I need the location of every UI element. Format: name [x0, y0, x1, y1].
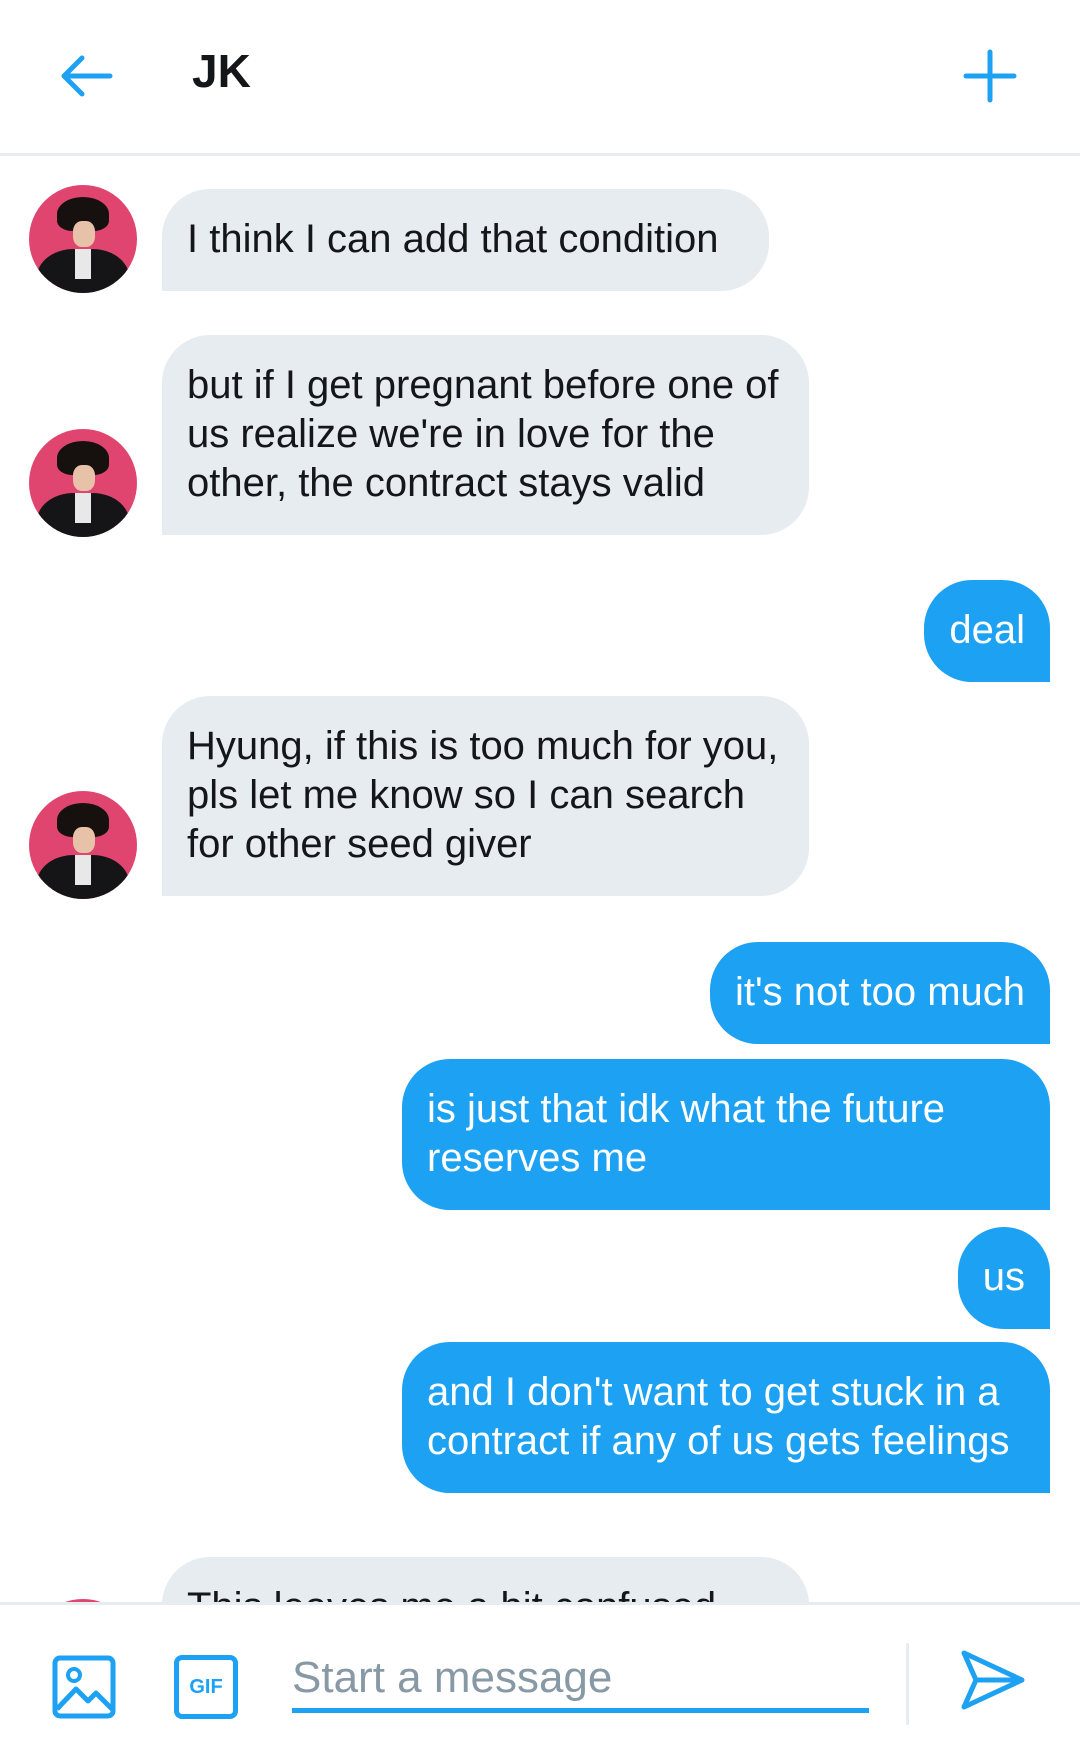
- outgoing-message: is just that idk what the future reserve…: [402, 1059, 1050, 1210]
- message-bubble[interactable]: Hyung, if this is too much for you, pls …: [162, 696, 809, 896]
- message-bubble[interactable]: it's not too much: [710, 942, 1050, 1044]
- conversation-title: JK: [192, 45, 251, 97]
- incoming-message: This leaves me a bit confused: [162, 1557, 809, 1602]
- message-thread[interactable]: I think I can add that condition but if …: [0, 159, 1080, 1602]
- arrow-left-icon: [61, 55, 113, 97]
- message-bubble[interactable]: and I don't want to get stuck in a contr…: [402, 1342, 1050, 1493]
- composer-divider: [906, 1643, 909, 1725]
- outgoing-message: it's not too much: [710, 942, 1050, 1044]
- back-button[interactable]: [50, 40, 122, 112]
- outgoing-message: us: [957, 1227, 1050, 1329]
- avatar[interactable]: [29, 791, 137, 899]
- message-bubble[interactable]: but if I get pregnant before one of us r…: [162, 335, 809, 535]
- incoming-message: but if I get pregnant before one of us r…: [162, 335, 809, 535]
- gif-button[interactable]: GIF: [174, 1655, 238, 1719]
- avatar[interactable]: [29, 185, 137, 293]
- message-bubble[interactable]: I think I can add that condition: [162, 189, 769, 291]
- send-button[interactable]: [960, 1649, 1032, 1721]
- image-icon: [52, 1655, 116, 1719]
- add-image-button[interactable]: [52, 1655, 116, 1719]
- incoming-message: Hyung, if this is too much for you, pls …: [162, 696, 809, 896]
- add-button[interactable]: [950, 36, 1030, 116]
- message-bubble[interactable]: us: [957, 1227, 1050, 1329]
- plus-icon: [963, 49, 1017, 103]
- message-input[interactable]: [292, 1647, 869, 1713]
- message-composer: GIF: [0, 1602, 1080, 1741]
- send-icon: [961, 1650, 1025, 1710]
- outgoing-message: and I don't want to get stuck in a contr…: [402, 1342, 1050, 1493]
- incoming-message: I think I can add that condition: [162, 189, 769, 291]
- outgoing-message: deal: [924, 580, 1050, 682]
- avatar[interactable]: [29, 429, 137, 537]
- message-bubble[interactable]: is just that idk what the future reserve…: [402, 1059, 1050, 1210]
- message-bubble[interactable]: deal: [924, 580, 1050, 682]
- message-bubble[interactable]: This leaves me a bit confused: [162, 1557, 809, 1602]
- conversation-header: JK: [0, 0, 1080, 156]
